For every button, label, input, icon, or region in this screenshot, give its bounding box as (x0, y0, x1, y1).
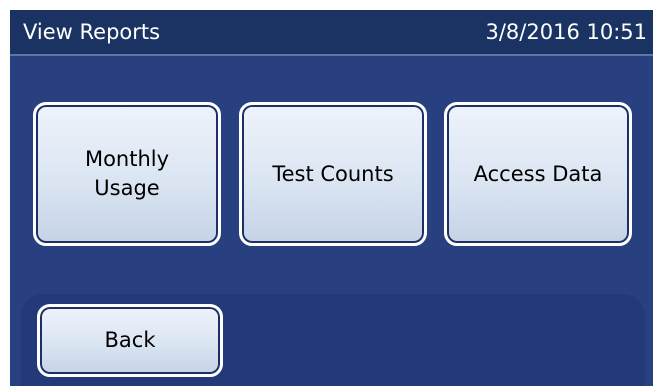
view-reports-screen: View Reports 3/8/2016 10:51 Monthly Usag… (0, 0, 655, 386)
monthly-usage-label-line1: Monthly (84, 147, 170, 171)
main-panel: Monthly Usage Test Counts Access Data Ba… (10, 56, 653, 386)
back-button[interactable]: Back (37, 304, 223, 377)
access-data-button[interactable]: Access Data (444, 102, 632, 246)
back-label: Back (104, 328, 156, 352)
test-counts-button[interactable]: Test Counts (239, 102, 427, 246)
screen-title: View Reports (23, 20, 161, 44)
monthly-usage-label: Monthly Usage (85, 145, 169, 203)
title-bar: View Reports 3/8/2016 10:51 (10, 10, 653, 56)
access-data-label: Access Data (473, 161, 603, 186)
date-time: 3/8/2016 10:51 (485, 20, 647, 44)
test-counts-label: Test Counts (272, 161, 394, 186)
monthly-usage-label-line2: Usage (94, 176, 160, 200)
monthly-usage-button[interactable]: Monthly Usage (33, 102, 221, 246)
